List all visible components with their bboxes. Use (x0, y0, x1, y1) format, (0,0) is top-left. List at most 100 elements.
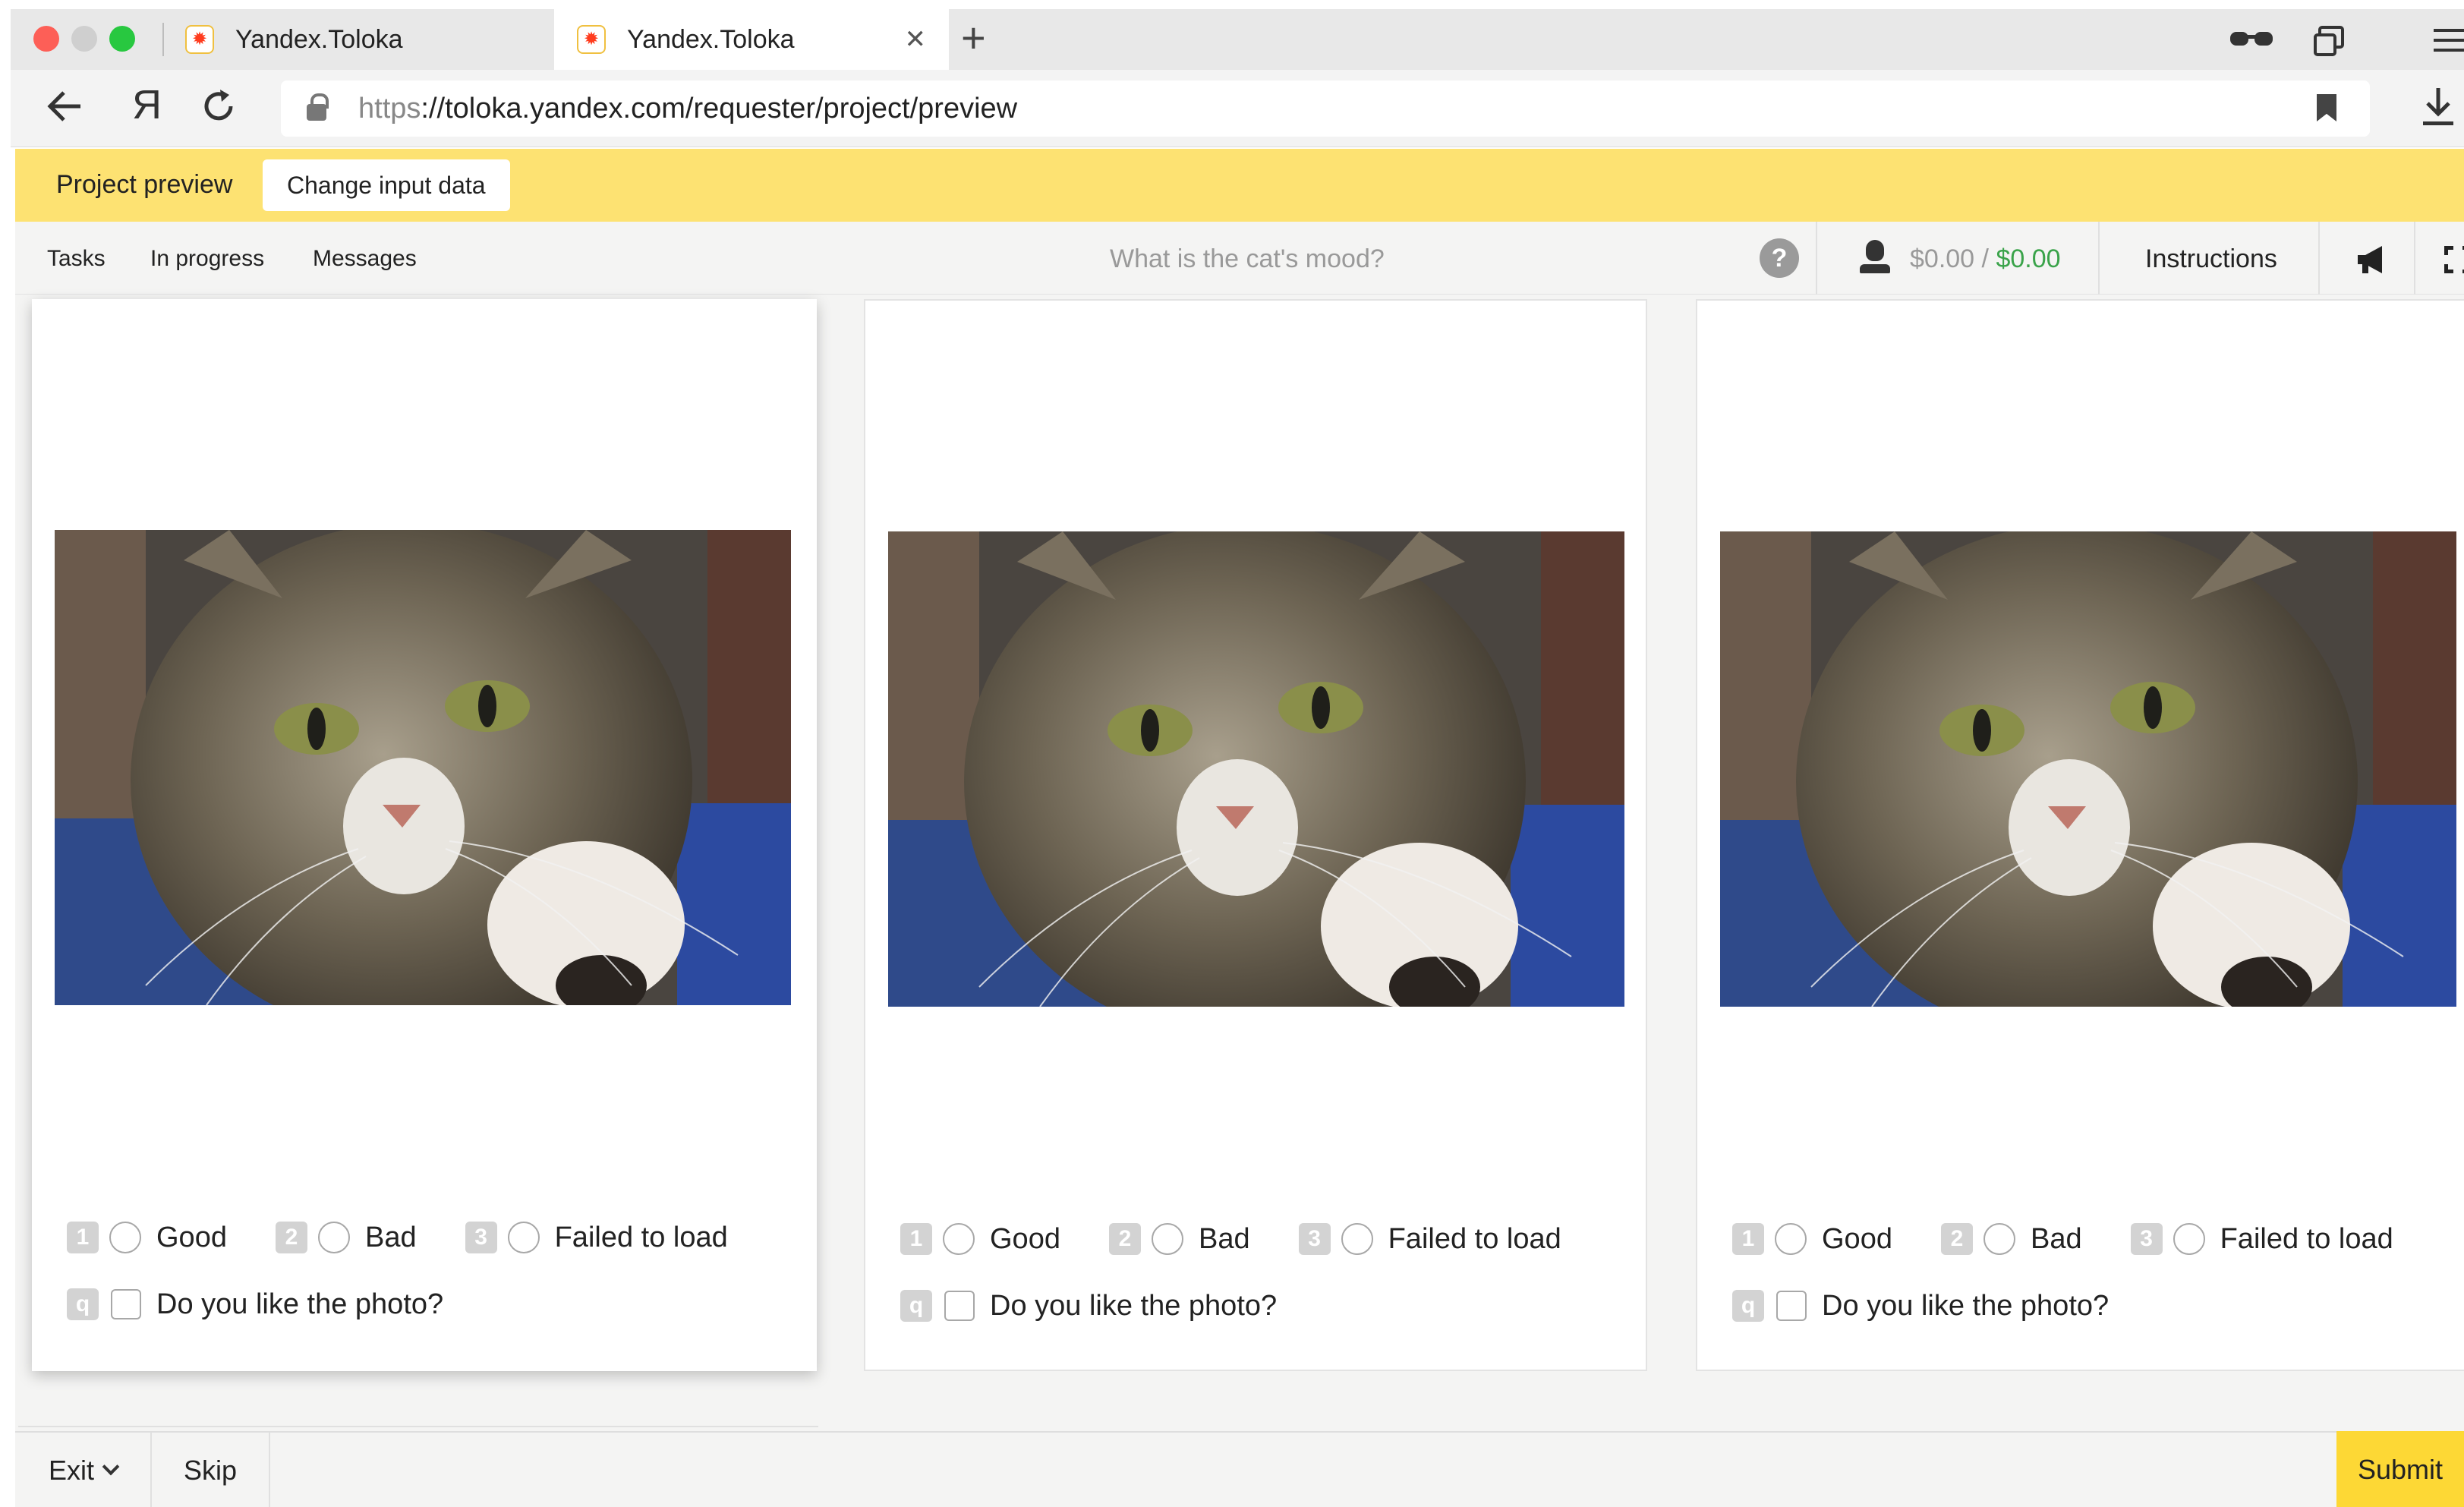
hotkey-badge: q (67, 1288, 99, 1320)
option-label[interactable]: Good (1822, 1223, 1892, 1256)
checkbox-label[interactable]: Do you like the photo? (156, 1288, 443, 1321)
lock-icon (307, 93, 329, 121)
mood-radio-group: 1 Good 2 Bad 3 Failed to load (67, 1219, 777, 1256)
megaphone-icon[interactable] (2355, 244, 2390, 275)
task-card[interactable]: 1 Good 2 Bad 3 Failed to load q Do you l… (32, 299, 817, 1371)
window-minimize-button[interactable] (71, 26, 97, 52)
card-footer-rule (18, 1426, 818, 1427)
radio-bad[interactable] (1151, 1223, 1183, 1255)
exit-label: Exit (48, 1455, 94, 1486)
browser-tab[interactable]: ✹ Yandex.Toloka (162, 9, 554, 70)
header-divider (2414, 222, 2415, 295)
option-label[interactable]: Good (156, 1222, 227, 1254)
radio-good[interactable] (109, 1222, 141, 1253)
tabs-collection-icon[interactable] (2312, 24, 2346, 58)
option-bad[interactable]: 2 Bad (1108, 1223, 1250, 1256)
option-bad[interactable]: 2 Bad (275, 1222, 417, 1254)
skip-button[interactable]: Skip (152, 1433, 270, 1507)
option-label[interactable]: Failed to load (555, 1222, 728, 1254)
tab-tasks[interactable]: Tasks (47, 246, 106, 272)
tab-title: Yandex.Toloka (235, 24, 403, 54)
header-divider (2098, 222, 2100, 295)
radio-failed-to-load[interactable] (507, 1222, 540, 1253)
chevron-down-icon (102, 1458, 120, 1476)
address-bar[interactable]: https://toloka.yandex.com/requester/proj… (281, 80, 2370, 137)
task-question: What is the cat's mood? (1110, 244, 1385, 273)
radio-bad[interactable] (1983, 1223, 2015, 1255)
option-label[interactable]: Failed to load (1388, 1223, 1561, 1256)
checkbox-label[interactable]: Do you like the photo? (990, 1290, 1277, 1323)
task-header: Tasks In progress Messages What is the c… (15, 222, 2464, 295)
option-label[interactable]: Good (990, 1223, 1060, 1256)
hotkey-badge: 2 (1108, 1223, 1141, 1255)
browser-tab-active[interactable]: ✹ Yandex.Toloka ✕ (554, 9, 949, 70)
download-icon[interactable] (2421, 87, 2455, 128)
option-failed-to-load[interactable]: 3 Failed to load (465, 1222, 728, 1254)
tab-in-progress[interactable]: In progress (150, 246, 264, 272)
toloka-favicon-icon: ✹ (185, 25, 214, 54)
hotkey-badge: 1 (67, 1222, 99, 1253)
option-label[interactable]: Bad (2031, 1223, 2082, 1256)
window-left-edge (0, 70, 15, 1507)
option-failed-to-load[interactable]: 3 Failed to load (1298, 1223, 1561, 1256)
incognito-glasses-icon[interactable] (2229, 27, 2274, 53)
checkbox-label[interactable]: Do you like the photo? (1822, 1290, 2109, 1323)
mood-radio-group: 1 Good 2 Bad 3 Failed to load (1732, 1221, 2442, 1257)
radio-failed-to-load[interactable] (1341, 1223, 1373, 1255)
reload-icon[interactable] (200, 88, 237, 125)
task-workspace: 1 Good 2 Bad 3 Failed to load q Do you l… (15, 295, 2464, 1431)
new-tab-button[interactable]: + (961, 15, 986, 61)
toloka-favicon-icon: ✹ (577, 25, 606, 54)
radio-good[interactable] (943, 1223, 975, 1255)
option-good[interactable]: 1 Good (900, 1223, 1060, 1256)
radio-bad[interactable] (317, 1222, 350, 1253)
like-photo-checkbox[interactable] (1776, 1291, 1807, 1321)
tab-messages[interactable]: Messages (313, 246, 417, 272)
menu-icon[interactable] (2434, 27, 2464, 53)
cat-photo (55, 530, 791, 1005)
like-photo-checkbox[interactable] (944, 1291, 975, 1321)
option-label[interactable]: Failed to load (2220, 1223, 2393, 1256)
instructions-button[interactable]: Instructions (2145, 244, 2277, 274)
yandex-logo-icon[interactable]: Я (132, 82, 162, 128)
browser-navbar: Я https://toloka.yandex.com/requester/pr… (11, 70, 2464, 147)
tab-title: Yandex.Toloka (627, 24, 795, 54)
hotkey-badge: 1 (1732, 1223, 1764, 1255)
like-photo-checkbox-row[interactable]: q Do you like the photo? (1732, 1288, 2109, 1324)
hotkey-badge: q (1732, 1290, 1764, 1322)
option-good[interactable]: 1 Good (1732, 1223, 1892, 1256)
option-failed-to-load[interactable]: 3 Failed to load (2130, 1223, 2393, 1256)
window-close-button[interactable] (33, 26, 59, 52)
option-bad[interactable]: 2 Bad (1940, 1223, 2082, 1256)
hotkey-badge: 2 (1940, 1223, 1973, 1255)
user-icon (1860, 240, 1890, 276)
bookmark-icon[interactable] (2317, 94, 2336, 121)
like-photo-checkbox-row[interactable]: q Do you like the photo? (67, 1286, 443, 1323)
hotkey-badge: 3 (1298, 1223, 1331, 1255)
option-label[interactable]: Bad (365, 1222, 417, 1254)
bottom-action-bar: Exit Skip Submit (15, 1431, 2464, 1507)
fullscreen-icon[interactable] (2444, 246, 2464, 273)
submit-button[interactable]: Submit (2336, 1431, 2464, 1507)
back-arrow-icon[interactable] (47, 90, 83, 123)
close-icon[interactable]: ✕ (905, 24, 927, 55)
hotkey-badge: 2 (275, 1222, 307, 1253)
help-icon[interactable]: ? (1760, 238, 1799, 278)
window-zoom-button[interactable] (109, 26, 135, 52)
project-preview-bar: Project preview Change input data (15, 149, 2464, 222)
exit-button[interactable]: Exit (15, 1433, 152, 1507)
cat-photo (1720, 531, 2456, 1007)
task-card[interactable]: 1 Good 2 Bad 3 Failed to load q Do you l… (1696, 299, 2464, 1371)
radio-good[interactable] (1775, 1223, 1807, 1255)
header-divider (1816, 222, 1817, 295)
cat-photo (888, 531, 1624, 1007)
option-label[interactable]: Bad (1199, 1223, 1250, 1256)
change-input-data-button[interactable]: Change input data (263, 159, 510, 211)
like-photo-checkbox-row[interactable]: q Do you like the photo? (900, 1288, 1277, 1324)
option-good[interactable]: 1 Good (67, 1222, 227, 1254)
radio-failed-to-load[interactable] (2173, 1223, 2205, 1255)
task-card[interactable]: 1 Good 2 Bad 3 Failed to load q Do you l… (864, 299, 1647, 1371)
url-text[interactable]: https://toloka.yandex.com/requester/proj… (358, 93, 1017, 125)
like-photo-checkbox[interactable] (111, 1289, 141, 1319)
hotkey-badge: 1 (900, 1223, 932, 1255)
